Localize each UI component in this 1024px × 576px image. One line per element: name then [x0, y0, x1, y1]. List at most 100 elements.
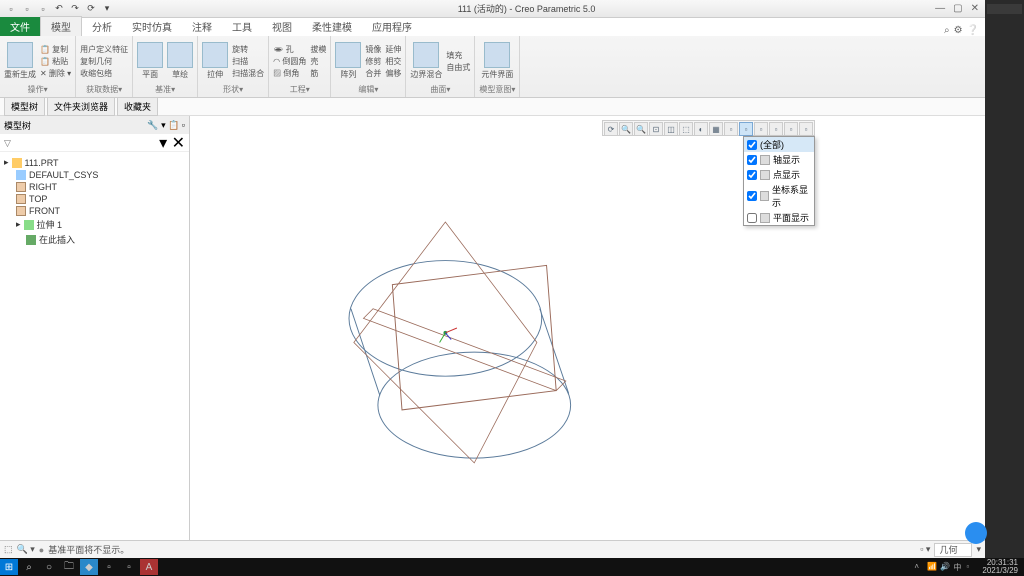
vt-zoomin[interactable]: 🔍 [619, 122, 633, 136]
vt-datum-filter[interactable]: ▫ [739, 122, 753, 136]
round-button[interactable]: ◠ 倒圆角 [273, 56, 306, 67]
freestyle-button[interactable]: 自由式 [446, 62, 470, 73]
revolve-button[interactable]: 旋转 [232, 44, 264, 55]
vt-persp[interactable]: ▦ [709, 122, 723, 136]
chamfer-button[interactable]: ▨ 倒角 [273, 68, 306, 79]
offset-button[interactable]: 偏移 [385, 68, 401, 79]
search-input[interactable] [4, 138, 159, 148]
filter-all-check[interactable] [747, 140, 757, 150]
filter-plane-check[interactable] [747, 213, 757, 223]
regen-button[interactable]: 重新生成 [4, 42, 36, 80]
search-help-icon[interactable]: ⌕ [944, 25, 950, 36]
minimize-button[interactable]: — [935, 3, 945, 14]
tree-extrude1[interactable]: ▸拉伸 1 [2, 217, 187, 232]
copy-button[interactable]: 📋 复制 [40, 44, 71, 55]
extend-button[interactable]: 延伸 [385, 44, 401, 55]
tree-front[interactable]: FRONT [2, 205, 187, 217]
filter-axis[interactable]: 轴显示 [744, 152, 814, 167]
task-app2[interactable]: ▫ [100, 559, 118, 575]
sb-icon1[interactable]: ⬚ [4, 544, 13, 555]
shell-button[interactable]: 壳 [310, 56, 326, 67]
task-app3[interactable]: ▫ [120, 559, 138, 575]
sweptblend-button[interactable]: 扫描混合 [232, 68, 264, 79]
help-icon[interactable]: ❔ [967, 25, 979, 36]
tree-insert-here[interactable]: 在此插入 [2, 232, 187, 247]
tab-apps[interactable]: 应用程序 [362, 17, 422, 36]
udf-button[interactable]: 用户定义特征 [80, 44, 128, 55]
sidebar-tools[interactable]: 🔧 ▾ 📋 ▫ [147, 120, 185, 131]
tray-up-icon[interactable]: ˄ [914, 562, 924, 572]
filter-csys[interactable]: 坐标系显示 [744, 182, 814, 210]
fill-button[interactable]: 填充 [446, 50, 470, 61]
tree-root[interactable]: ▸111.PRT [2, 156, 187, 169]
taskbar-clock[interactable]: 20:31:31 2021/3/29 [982, 559, 1018, 575]
tree-right[interactable]: RIGHT [2, 181, 187, 193]
sweep-button[interactable]: 扫描 [232, 56, 264, 67]
task-explorer[interactable]: 🗀 [60, 559, 78, 575]
start-button[interactable]: ⊞ [0, 559, 18, 575]
vt-zoomout[interactable]: 🔍 [634, 122, 648, 136]
draft-button[interactable]: 拔模 [310, 44, 326, 55]
extrude-button[interactable]: 拉伸 [202, 42, 228, 80]
tab-flex[interactable]: 柔性建模 [302, 17, 362, 36]
tab-realtime[interactable]: 实时仿真 [122, 17, 182, 36]
task-app1[interactable]: ◆ [80, 559, 98, 575]
boundary-button[interactable]: 边界混合 [410, 42, 442, 80]
task-search[interactable]: ⌕ [20, 559, 38, 575]
shrinkwrap-button[interactable]: 收缩包络 [80, 68, 128, 79]
vt-zoomall[interactable]: ⊡ [649, 122, 663, 136]
vt-ann[interactable]: ▫ [724, 122, 738, 136]
qat-new-icon[interactable]: ▫ [4, 2, 18, 16]
vt-refit[interactable]: ⟳ [604, 122, 618, 136]
rib-button[interactable]: 筋 [310, 68, 326, 79]
tree-top[interactable]: TOP [2, 193, 187, 205]
qat-save-icon[interactable]: ▫ [36, 2, 50, 16]
tab-file[interactable]: 文件 [0, 17, 40, 36]
vt-csys[interactable]: ▫ [784, 122, 798, 136]
mirror-button[interactable]: 镜像 [365, 44, 381, 55]
tab-analysis[interactable]: 分析 [82, 17, 122, 36]
close-button[interactable]: ✕ [971, 3, 979, 14]
tab-annotate[interactable]: 注释 [182, 17, 222, 36]
hole-button[interactable]: 🕳 孔 [273, 44, 306, 55]
filter-point[interactable]: 点显示 [744, 167, 814, 182]
qat-regen-icon[interactable]: ⟳ [84, 2, 98, 16]
compintf-button[interactable]: 元件界面 [481, 42, 513, 80]
graphics-canvas[interactable]: ⟳ 🔍 🔍 ⊡ ◫ ⬚ ◐ ▦ ▫ ▫ ▫ ▫ ▫ ▫ (全部) 轴显示 点显示… [190, 116, 985, 540]
sb-more-icon[interactable]: ▾ [976, 544, 981, 555]
tree-csys[interactable]: DEFAULT_CSYS [2, 169, 187, 181]
sb-icon2[interactable]: 🔍 ▾ [17, 544, 35, 555]
tab-model[interactable]: 模型 [40, 16, 82, 36]
qat-redo-icon[interactable]: ↷ [68, 2, 82, 16]
filter-all[interactable]: (全部) [744, 137, 814, 152]
intersect-button[interactable]: 相交 [385, 56, 401, 67]
maximize-button[interactable]: ▢ [953, 3, 962, 14]
plane-button[interactable]: 平面 [137, 42, 163, 80]
vt-axis[interactable]: ▫ [754, 122, 768, 136]
trim-button[interactable]: 修剪 [365, 56, 381, 67]
delete-button[interactable]: ✕ 删除 ▾ [40, 68, 71, 79]
search-dropdown-icon[interactable]: ▾ ✕ [159, 133, 185, 153]
selection-filter[interactable]: 几何 [934, 543, 972, 557]
vt-saved[interactable]: ◫ [664, 122, 678, 136]
subtab-modeltree[interactable]: 模型树 [4, 97, 45, 116]
pattern-button[interactable]: 阵列 [335, 42, 361, 80]
merge-button[interactable]: 合并 [365, 68, 381, 79]
vt-style2[interactable]: ◐ [694, 122, 708, 136]
task-app4[interactable]: A [140, 559, 158, 575]
subtab-folder[interactable]: 文件夹浏览器 [47, 97, 115, 116]
qat-undo-icon[interactable]: ↶ [52, 2, 66, 16]
filter-axis-check[interactable] [747, 155, 757, 165]
vt-plane[interactable]: ▫ [799, 122, 813, 136]
tab-tools[interactable]: 工具 [222, 17, 262, 36]
filter-point-check[interactable] [747, 170, 757, 180]
tray-bat-icon[interactable]: ▫ [966, 562, 976, 572]
task-cortana[interactable]: ○ [40, 559, 58, 575]
tray-vol-icon[interactable]: 🔊 [940, 562, 950, 572]
tab-view[interactable]: 视图 [262, 17, 302, 36]
copygeo-button[interactable]: 复制几何 [80, 56, 128, 67]
tray-ime-icon[interactable]: 中 [953, 562, 963, 572]
qat-close-icon[interactable]: ▾ [100, 2, 114, 16]
paste-button[interactable]: 📋 粘贴 [40, 56, 71, 67]
sketch-button[interactable]: 草绘 [167, 42, 193, 80]
